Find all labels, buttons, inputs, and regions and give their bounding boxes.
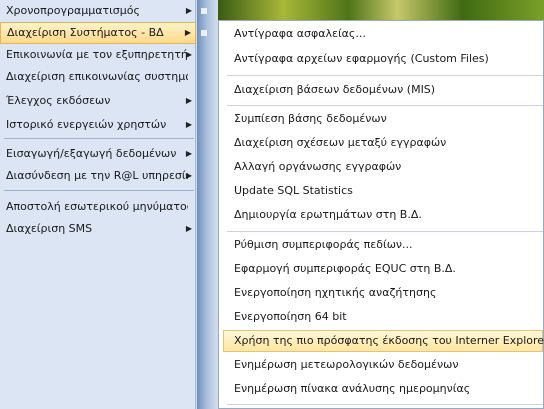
menu-item-sms-management[interactable]: Διαχείριση SMS ▶ bbox=[0, 218, 196, 240]
menu-separator bbox=[4, 138, 194, 139]
submenu-arrow-icon: ▶ bbox=[184, 28, 191, 37]
strip-marker-icon bbox=[201, 30, 207, 36]
submenu-item-update-weather-data[interactable]: Ενημέρωση μετεωρολογικών δεδομένων bbox=[223, 354, 543, 376]
menu-item-scheduling[interactable]: Χρονοπρογραμματισμός ▶ bbox=[0, 0, 196, 22]
submenu-arrow-icon: ▶ bbox=[185, 224, 192, 233]
submenu-separator bbox=[227, 231, 543, 232]
system-management-submenu: Αντίγραφα ασφαλείας... Αντίγραφα αρχείων… bbox=[218, 20, 544, 409]
menu-item-systems-communication[interactable]: Διαχείριση επικοινωνίας συστημάτων bbox=[0, 66, 196, 88]
submenu-arrow-icon: ▶ bbox=[185, 50, 192, 59]
submenu-arrow-icon: ▶ bbox=[185, 171, 192, 180]
submenu-separator bbox=[227, 105, 543, 106]
background-photo bbox=[218, 0, 544, 22]
submenu-item-latest-internet-explorer[interactable]: Χρήση της πιο πρόσφατης έκδοσης του Inte… bbox=[223, 330, 544, 352]
menu-edge-strip bbox=[197, 0, 218, 409]
menu-item-label: Χρονοπρογραμματισμός bbox=[6, 4, 140, 17]
submenu-arrow-icon: ▶ bbox=[185, 6, 192, 15]
parent-menu: Χρονοπρογραμματισμός ▶ Διαχείριση Συστήμ… bbox=[0, 0, 196, 409]
submenu-separator bbox=[227, 404, 543, 405]
menu-item-label: Εισαγωγή/εξαγωγή δεδομένων bbox=[6, 147, 177, 160]
strip-marker-icon bbox=[201, 8, 207, 14]
menu-item-user-history[interactable]: Ιστορικό ενεργειών χρηστών ▶ bbox=[0, 114, 196, 136]
menu-item-send-internal-message[interactable]: Αποστολή εσωτερικού μηνύματος ... bbox=[0, 196, 196, 218]
submenu-item-update-date-analysis-table[interactable]: Ενημέρωση πίνακα ανάλυσης ημερομηνίας bbox=[223, 378, 543, 400]
submenu-item-record-relations[interactable]: Διαχείριση σχέσεων μεταξύ εγγραφών bbox=[223, 132, 543, 154]
menu-item-label: Διασύνδεση με την R@L υπηρεσία bbox=[6, 169, 188, 182]
submenu-arrow-icon: ▶ bbox=[185, 120, 192, 129]
submenu-item-create-queries[interactable]: Δημιουργία ερωτημάτων στη Β.Δ. bbox=[223, 204, 543, 226]
menu-item-ral-integration[interactable]: Διασύνδεση με την R@L υπηρεσία ▶ bbox=[0, 165, 196, 187]
menu-item-label: Αποστολή εσωτερικού μηνύματος ... bbox=[6, 200, 188, 213]
menu-item-label: Ιστορικό ενεργειών χρηστών bbox=[6, 118, 167, 131]
menu-item-import-export[interactable]: Εισαγωγή/εξαγωγή δεδομένων ▶ bbox=[0, 143, 196, 165]
menu-item-version-check[interactable]: Έλεγχος εκδόσεων ▶ bbox=[0, 90, 196, 112]
submenu-item-backups[interactable]: Αντίγραφα ασφαλείας... bbox=[223, 23, 543, 45]
submenu-item-field-behavior-settings[interactable]: Ρύθμιση συμπεριφοράς πεδίων... bbox=[223, 234, 543, 256]
menu-item-label: Έλεγχος εκδόσεων bbox=[6, 94, 111, 107]
submenu-item-database-management[interactable]: Διαχείριση βάσεων δεδομένων (MIS) bbox=[223, 79, 543, 101]
submenu-item-compress-database[interactable]: Συμπίεση βάσης δεδομένων bbox=[223, 108, 543, 130]
submenu-arrow-icon: ▶ bbox=[185, 149, 192, 158]
submenu-item-enable-64-bit[interactable]: Ενεργοποίηση 64 bit bbox=[223, 306, 543, 328]
submenu-item-custom-files-backup[interactable]: Αντίγραφα αρχείων εφαρμογής (Custom File… bbox=[223, 48, 543, 70]
menu-item-system-management[interactable]: Διαχείριση Συστήματος - ΒΔ ▶ bbox=[0, 22, 196, 44]
submenu-arrow-icon: ▶ bbox=[185, 96, 192, 105]
menu-item-label: Επικοινωνία με τον εξυπηρετητή bbox=[6, 48, 188, 61]
submenu-item-update-sql-statistics[interactable]: Update SQL Statistics bbox=[223, 180, 543, 202]
menu-item-label: Διαχείριση επικοινωνίας συστημάτων bbox=[6, 70, 188, 83]
submenu-separator bbox=[227, 75, 543, 76]
submenu-item-apply-equc-behavior[interactable]: Εφαρμογή συμπεριφοράς EQUC στη Β.Δ. bbox=[223, 258, 543, 280]
submenu-item-change-record-organization[interactable]: Αλλαγή οργάνωσης εγγραφών bbox=[223, 156, 543, 178]
menu-item-server-communication[interactable]: Επικοινωνία με τον εξυπηρετητή ▶ bbox=[0, 44, 196, 66]
menu-item-label: Διαχείριση SMS bbox=[6, 222, 93, 235]
submenu-item-enable-sound-search[interactable]: Ενεργοποίηση ηχητικής αναζήτησης bbox=[223, 282, 543, 304]
menu-separator bbox=[4, 190, 194, 191]
menu-item-label: Διαχείριση Συστήματος - ΒΔ bbox=[7, 26, 164, 39]
